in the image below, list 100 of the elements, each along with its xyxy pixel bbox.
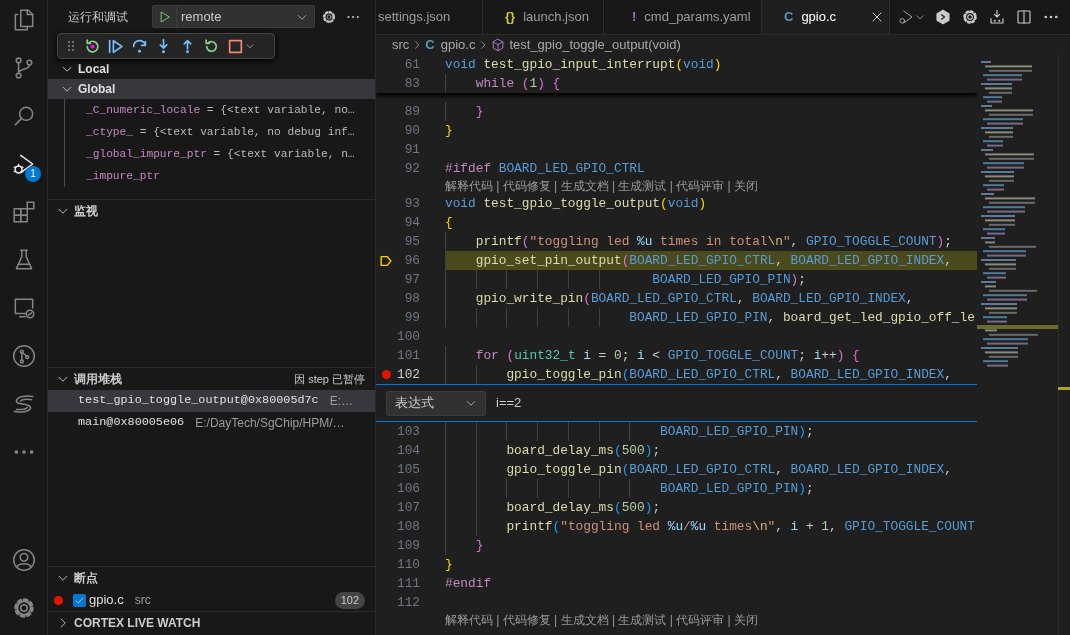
code-line: BOARD_LED_GPIO_PIN); <box>445 479 977 498</box>
settings-icon[interactable] <box>11 595 37 621</box>
breadcrumb-item[interactable]: src <box>392 35 410 55</box>
line-number: 94 <box>403 213 420 232</box>
line-number: 90 <box>403 121 420 140</box>
extensions-icon[interactable] <box>11 199 37 225</box>
pause-status: 因 step 已暂停 <box>294 371 365 387</box>
drag-handle-icon[interactable] <box>66 38 76 54</box>
condition-input[interactable]: i==2 <box>496 390 977 416</box>
line-number: 111 <box>396 574 420 593</box>
cube-icon <box>491 38 506 52</box>
file-type-icon: C <box>784 7 794 27</box>
line-number: 98 <box>403 289 420 308</box>
code-line: printf("toggling led %u/%u times\n", i + 1, GPIO_TOGGLE_COUNT <box>445 517 977 536</box>
line-number: 103 <box>396 422 420 441</box>
line-number: 96 <box>403 251 420 270</box>
code-line: void test_gpio_toggle_output(void) <box>445 194 708 213</box>
call-stack-frame[interactable]: test_gpio_toggle_output@0x80005d7c E:… <box>48 390 375 412</box>
breadcrumb-item[interactable]: gpio.c <box>440 35 476 55</box>
line-number: 105 <box>396 460 420 479</box>
line-number: 95 <box>403 232 420 251</box>
stop-icon[interactable] <box>227 37 244 55</box>
variable-row[interactable]: _global_impure_ptr = {<text variable, n… <box>64 143 375 165</box>
account-icon[interactable] <box>11 547 37 573</box>
line-number: 97 <box>403 270 420 289</box>
hexagon-icon[interactable] <box>934 8 952 26</box>
settings-icon[interactable] <box>321 8 337 25</box>
section-header[interactable]: CORTEX LIVE WATCH <box>74 614 201 632</box>
code-line: board_delay_ms(500); <box>445 441 977 460</box>
editor-tab[interactable]: {} launch.json <box>483 0 604 34</box>
variable-row[interactable]: _ctype_ = {<text variable, no debug inf… <box>64 121 375 143</box>
call-stack-frame[interactable]: main@0x80005e06 E:/DayTech/SgChip/HPM/… <box>48 412 375 434</box>
editor-tab[interactable]: C gpio.c <box>762 0 890 34</box>
code-lens-actions[interactable]: 解释代码 | 代码修复 | 生成文档 | 生成测试 | 代码评审 | 关闭 <box>445 177 758 195</box>
step-over-icon[interactable] <box>131 37 148 55</box>
line-number: 100 <box>396 327 420 346</box>
line-number: 61 <box>403 55 420 74</box>
line-count-badge: 102 <box>334 591 365 609</box>
code-line: BOARD_LED_GPIO_PIN); <box>445 422 977 441</box>
line-number: 109 <box>396 536 420 555</box>
code-line: printf("toggling led %u times in total\n", GPIO_TOGGLE_COUNT); <box>445 232 977 251</box>
line-number: 93 <box>403 194 420 213</box>
split-editor-icon[interactable] <box>1015 8 1033 26</box>
file-type-icon: {} <box>505 7 516 27</box>
code-line: } <box>445 536 977 555</box>
line-number: 107 <box>396 498 420 517</box>
scrollbar-marker <box>1058 387 1070 390</box>
line-number: 108 <box>396 517 420 536</box>
variable-row[interactable]: _C_numeric_locale = {<text variable, no… <box>64 99 375 121</box>
file-type-icon: C <box>425 35 435 55</box>
line-number: 92 <box>403 159 420 178</box>
checkbox[interactable] <box>73 593 86 607</box>
code-line: for (uint32_t i = 0; i < GPIO_TOGGLE_COUNT; i++) { <box>445 346 977 365</box>
line-number: 112 <box>396 593 420 612</box>
caret-icon[interactable] <box>245 41 255 51</box>
notification-badge: 1 <box>25 166 41 182</box>
code-line: gpio_toggle_pin(BOARD_LED_GPIO_CTRL, BOARD_LED_GPIO_INDEX, <box>445 460 977 479</box>
code-line: } <box>445 121 454 140</box>
config-dropdown[interactable]: remote <box>177 6 314 27</box>
line-number: 106 <box>396 479 420 498</box>
breadcrumb-item[interactable]: test_gpio_toggle_output(void) <box>509 35 681 55</box>
code-line: board_delay_ms(500); <box>445 498 977 517</box>
breakpoint-folder: src <box>134 592 151 609</box>
section-header[interactable]: 监视 <box>74 202 98 220</box>
variable-row[interactable]: _impure_ptr <box>64 165 375 187</box>
line-number: 104 <box>396 441 420 460</box>
run-debug-icon[interactable] <box>897 8 915 26</box>
restart-frame-icon[interactable] <box>83 37 100 55</box>
git-graph-icon[interactable] <box>11 343 37 369</box>
section-header[interactable]: 调用堆栈 <box>74 370 122 388</box>
code-lens-actions[interactable]: 解释代码 | 代码修复 | 生成文档 | 生成测试 | 代码评审 | 关闭 <box>445 611 758 629</box>
continue-icon[interactable] <box>107 37 124 55</box>
code-line: } <box>445 555 454 574</box>
download-icon[interactable] <box>988 8 1006 26</box>
code-line: { <box>445 213 454 232</box>
code-line: #ifdef BOARD_LED_GPIO_CTRL <box>445 159 646 178</box>
line-number: 83 <box>403 74 420 93</box>
variable-scope-row[interactable]: Local <box>48 59 375 79</box>
code-line: while (1) { <box>445 74 977 93</box>
line-number: 99 <box>403 308 420 327</box>
code-line: void test_gpio_input_interrupt(void) <box>445 55 723 74</box>
line-number: 102 <box>396 365 420 384</box>
code-line: } <box>445 102 977 121</box>
code-line: gpio_write_pin(BOARD_LED_GPIO_CTRL, BOARD_LED_GPIO_INDEX, <box>445 289 977 308</box>
section-header[interactable]: 断点 <box>74 569 98 587</box>
condition-type-dropdown[interactable]: 表达式 <box>386 390 486 416</box>
code-line: BOARD_LED_GPIO_PIN, board_get_led_gpio_off_le <box>445 308 977 327</box>
restart-icon[interactable] <box>203 37 220 55</box>
code-line: #endif <box>445 574 493 593</box>
sidebar-title: 运行和调试 <box>68 8 129 26</box>
line-number: 110 <box>396 555 420 574</box>
breakpoint-file[interactable]: gpio.c <box>89 590 124 610</box>
editor-tab[interactable]: settings.json <box>376 0 483 34</box>
variable-scope-row[interactable]: Global <box>48 79 375 99</box>
file-type-icon: ! <box>632 7 637 27</box>
settings-icon[interactable] <box>961 8 979 26</box>
line-number: 91 <box>403 140 420 159</box>
line-number: 89 <box>403 102 420 121</box>
code-line: gpio_toggle_pin(BOARD_LED_GPIO_CTRL, BOARD_LED_GPIO_INDEX, <box>445 365 977 384</box>
caret-icon[interactable] <box>915 12 925 22</box>
